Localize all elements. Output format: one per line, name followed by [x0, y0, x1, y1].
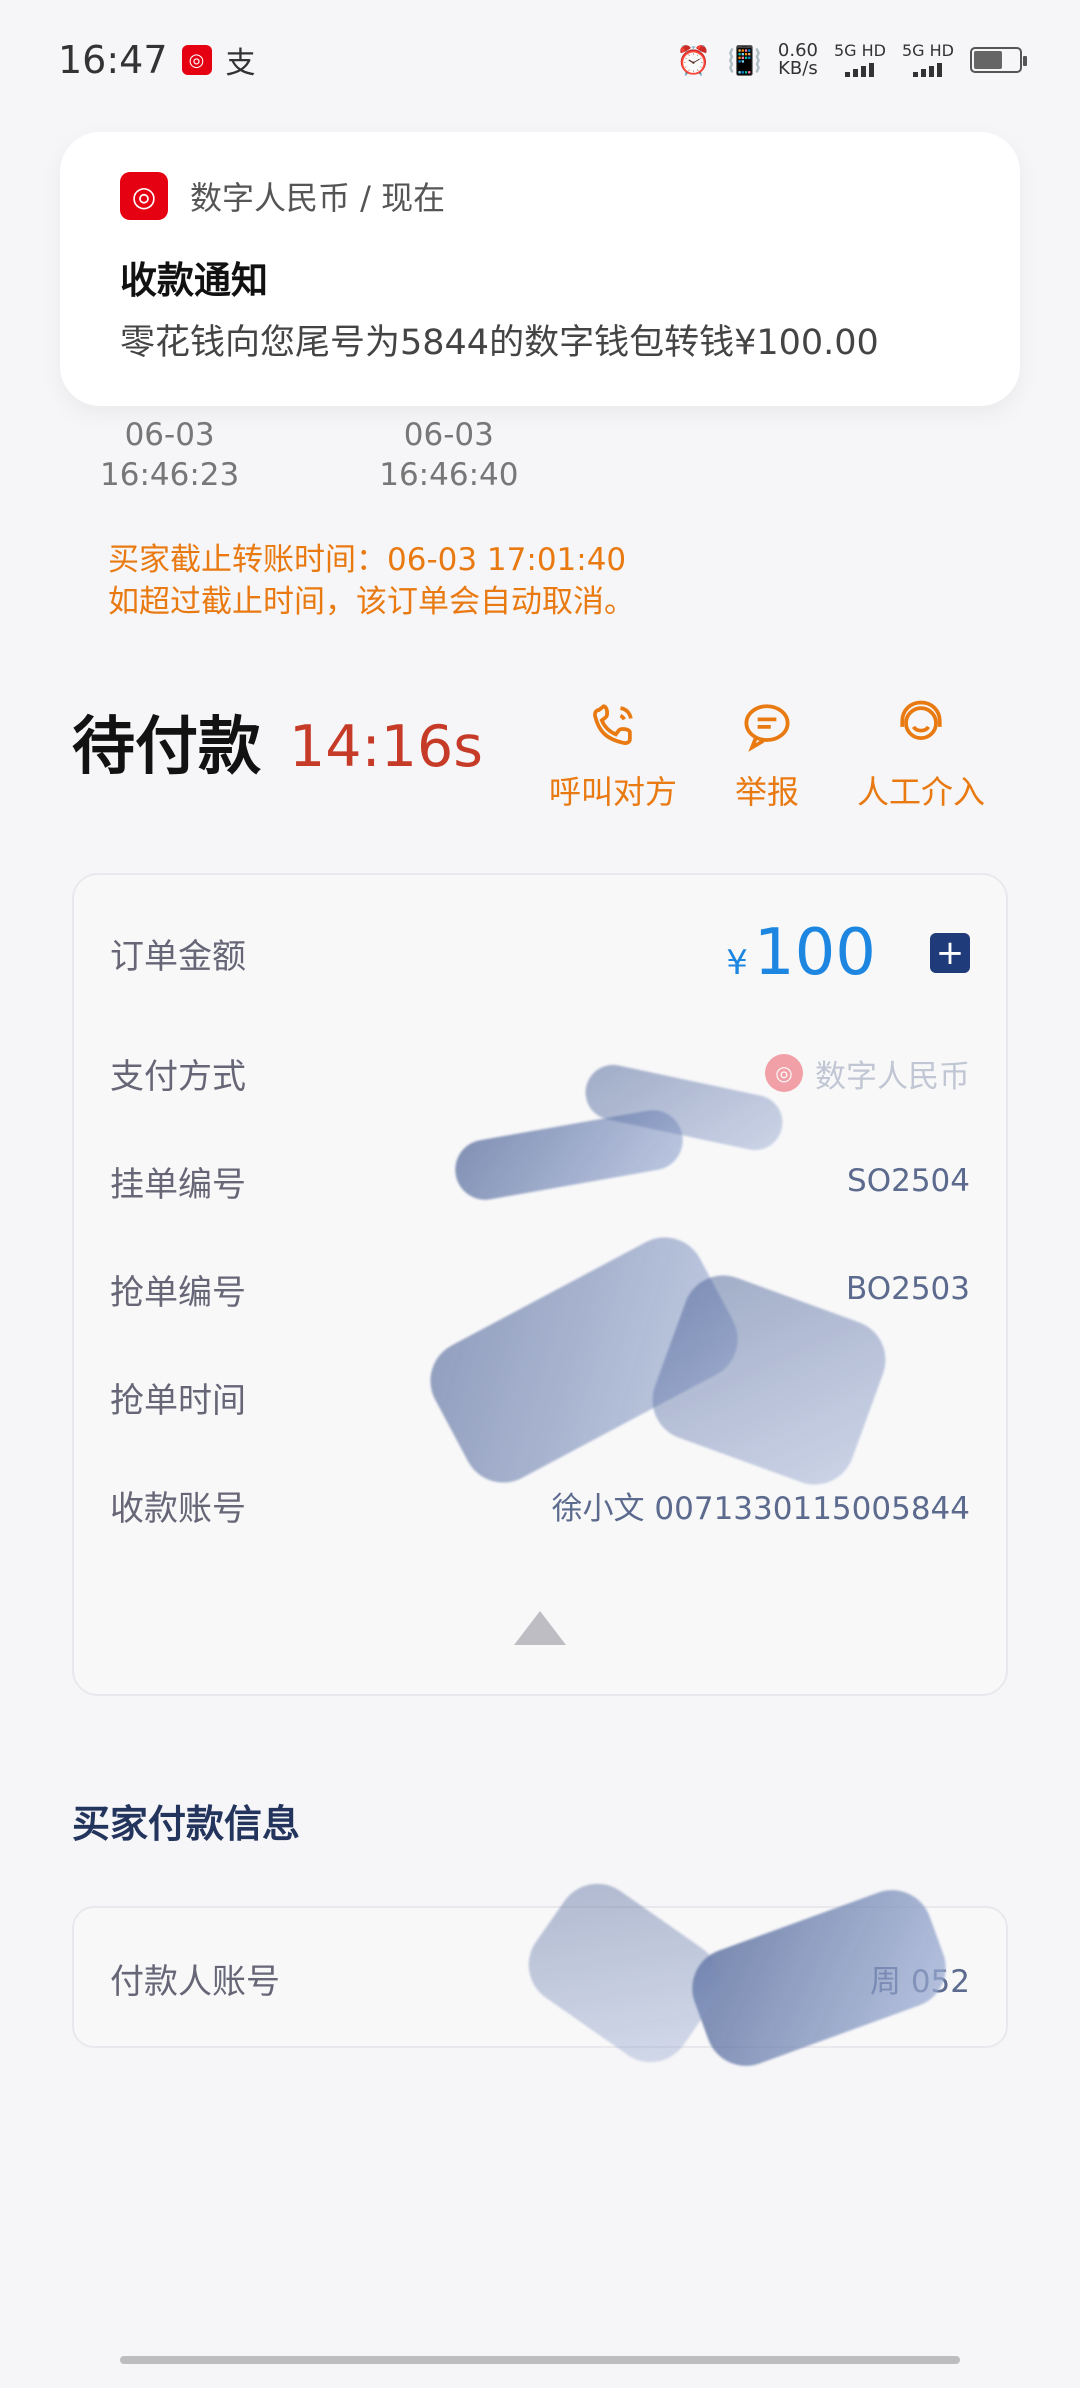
- grab-time-label: 抢单时间: [110, 1380, 246, 1421]
- time-stamp-time: 16:46:40: [379, 457, 519, 494]
- grab-number-value: BO2503: [846, 1271, 970, 1307]
- home-indicator[interactable]: [120, 2356, 960, 2364]
- call-button[interactable]: 呼叫对方: [549, 695, 677, 813]
- receive-account-row: 收款账号 徐小文 0071330115005844: [110, 1470, 970, 1540]
- time-stamp-1: 06-03 16:46:23: [100, 415, 239, 496]
- time-stamps: 06-03 16:46:23 06-03 16:46:40: [100, 415, 518, 496]
- grab-number-text: BO2503: [845, 1271, 970, 1307]
- listing-number-value: SO2504: [847, 1163, 970, 1199]
- digital-rmb-app-icon: ◎: [120, 172, 168, 220]
- alipay-icon: 支: [225, 46, 256, 81]
- time-stamp-time: 16:46:23: [100, 457, 240, 494]
- report-label: 举报: [734, 773, 799, 811]
- payment-method-row: 支付方式 ◎ 数字人民币: [110, 1038, 970, 1108]
- digital-rmb-mini-icon: ◎: [765, 1054, 803, 1092]
- report-button[interactable]: 举报: [735, 695, 799, 813]
- alarm-icon: ⏰: [676, 43, 712, 77]
- agent-button[interactable]: 人工介入: [857, 695, 985, 813]
- add-icon[interactable]: +: [930, 933, 970, 973]
- buyer-payment-section-title: 买家付款信息: [72, 1802, 301, 1846]
- order-details-card: 订单金额 ¥ 100 + 支付方式 ◎ 数字人民币 挂单编号 SO2504 抢单…: [72, 873, 1008, 1696]
- receive-account-value: 徐小文 0071330115005844: [551, 1490, 970, 1527]
- call-label: 呼叫对方: [548, 773, 677, 811]
- action-buttons: 呼叫对方 举报 人工介入: [549, 695, 985, 813]
- battery-icon: [970, 47, 1027, 73]
- payment-method-label: 支付方式: [110, 1056, 246, 1097]
- listing-number-text: SO2504: [847, 1163, 970, 1199]
- receive-account-label: 收款账号: [110, 1488, 246, 1529]
- status-left: 16:47 ◎ 支: [58, 38, 256, 82]
- listing-number-label: 挂单编号: [110, 1164, 246, 1205]
- sim2-bars-icon: [913, 63, 943, 77]
- redaction-scribble: [681, 1878, 957, 2078]
- clock: 16:47: [58, 38, 168, 82]
- customer-service-icon: [900, 700, 942, 740]
- speed-unit: KB/s: [778, 58, 818, 79]
- payer-account-label: 付款人账号: [110, 1961, 280, 2002]
- buyer-payment-card: 付款人账号 周 052: [72, 1868, 1008, 2078]
- amount-value: ¥ 100 +: [726, 916, 970, 990]
- notification-header: ◎ 数字人民币 / 现在: [120, 172, 958, 220]
- payment-method-text: 数字人民币: [815, 1058, 970, 1095]
- payment-notification[interactable]: ◎ 数字人民币 / 现在 收款通知 零花钱向您尾号为5844的数字钱包转钱¥10…: [60, 132, 1020, 406]
- amount-label: 订单金额: [110, 936, 246, 977]
- countdown-timer: 14:16s: [289, 714, 483, 780]
- digital-rmb-icon: ◎: [181, 45, 212, 75]
- network-speed: 0.60 KB/s: [778, 42, 818, 78]
- status-bar: 16:47 ◎ 支 ⏰ 📳 0.60 KB/s 5G HD 5G HD: [0, 0, 1080, 120]
- phone-icon: [593, 704, 633, 745]
- amount-number: 100: [753, 916, 876, 990]
- collapse-arrow-icon[interactable]: [514, 1611, 566, 1645]
- notification-body: 零花钱向您尾号为5844的数字钱包转钱¥100.00: [120, 323, 879, 363]
- deadline-line-1: 买家截止转账时间：06-03 17:01:40: [108, 542, 627, 578]
- time-stamp-date: 06-03: [403, 417, 494, 453]
- sim1-signal: 5G HD: [834, 43, 886, 77]
- order-status-row: 待付款 14:16s 呼叫对方 举报 人工介入: [72, 695, 1022, 835]
- message-icon: [744, 704, 790, 752]
- deadline-line-2: 如超过截止时间，该订单会自动取消。: [108, 583, 635, 620]
- notification-title: 收款通知: [120, 259, 268, 302]
- sim2-signal: 5G HD: [902, 43, 954, 77]
- status-right: ⏰ 📳 0.60 KB/s 5G HD 5G HD: [676, 42, 1027, 78]
- order-amount: ¥ 100: [726, 916, 876, 990]
- payment-method-value: ◎ 数字人民币: [765, 1051, 970, 1096]
- time-stamp-date: 06-03: [124, 417, 215, 453]
- time-stamp-2: 06-03 16:46:40: [379, 415, 518, 496]
- order-status-title: 待付款: [72, 710, 261, 783]
- grab-number-label: 抢单编号: [110, 1272, 246, 1313]
- deadline-notice: 买家截止转账时间：06-03 17:01:40 如超过截止时间，该订单会自动取消…: [108, 540, 635, 624]
- agent-label: 人工介入: [857, 773, 986, 811]
- sim1-bars-icon: [845, 63, 875, 77]
- sim1-label: 5G HD: [833, 41, 886, 60]
- amount-row: 订单金额 ¥ 100 +: [110, 916, 970, 990]
- sim2-label: 5G HD: [901, 41, 954, 60]
- notification-app-name: 数字人民币 / 现在: [190, 179, 446, 217]
- vibrate-icon: 📳: [727, 43, 762, 77]
- redaction-scribble: [512, 1868, 736, 2078]
- currency-symbol: ¥: [726, 943, 748, 983]
